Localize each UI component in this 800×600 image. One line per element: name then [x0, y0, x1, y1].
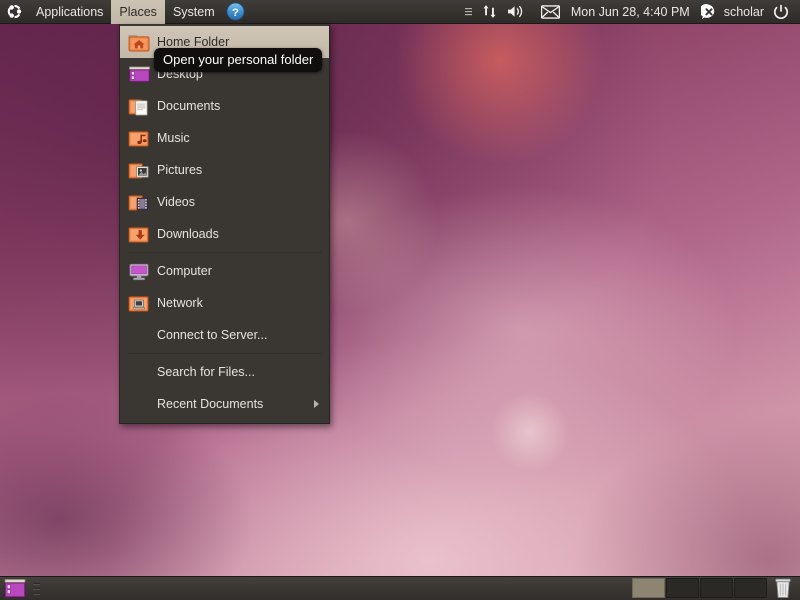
menu-system-label: System — [172, 4, 215, 19]
places-item-computer-label: Computer — [157, 264, 212, 278]
bottom-panel — [0, 576, 800, 600]
places-item-computer[interactable]: Computer — [120, 255, 329, 287]
menu-applications-label: Applications — [36, 4, 104, 19]
folder-videos-icon — [126, 189, 152, 215]
places-item-pictures-label: Pictures — [157, 163, 203, 177]
places-item-pictures[interactable]: Pictures — [120, 154, 329, 186]
places-item-music-label: Music — [157, 131, 190, 145]
workspace-3[interactable] — [700, 577, 733, 598]
top-panel-left: Applications Places System ? — [0, 0, 249, 24]
top-panel-tray: Mon Jun 28, 4:40 PM scholar — [460, 0, 800, 24]
folder-music-icon — [126, 125, 152, 151]
workspace-2[interactable] — [666, 577, 699, 598]
menu-applications[interactable]: Applications — [28, 0, 111, 24]
computer-icon — [126, 258, 152, 284]
trash-icon[interactable] — [770, 577, 796, 600]
show-desktop-icon[interactable] — [2, 578, 28, 600]
places-item-documents-label: Documents — [157, 99, 221, 113]
places-item-videos-label: Videos — [157, 195, 195, 209]
places-item-music[interactable]: Music — [120, 122, 329, 154]
user-status-offline-icon[interactable] — [696, 0, 722, 24]
window-list[interactable] — [42, 577, 632, 600]
workspace-switcher[interactable] — [632, 577, 768, 600]
places-item-search-for-files-label: Search for Files... — [157, 365, 255, 379]
indicator-menu-icon[interactable] — [460, 0, 477, 24]
tooltip-text: Open your personal folder — [163, 52, 314, 67]
volume-icon[interactable] — [502, 0, 529, 24]
panel-grip-handle[interactable] — [30, 578, 42, 600]
places-menu: Home Folder Desktop Documents Music Pict… — [119, 24, 330, 424]
envelope-icon[interactable] — [529, 0, 565, 24]
places-item-connect-to-server-label: Connect to Server... — [157, 328, 268, 342]
menu-separator — [127, 252, 322, 253]
places-item-network[interactable]: Network — [120, 287, 329, 319]
folder-network-icon — [126, 290, 152, 316]
network-transfer-icon[interactable] — [477, 0, 502, 24]
ubuntu-logo-icon[interactable] — [0, 0, 28, 24]
tooltip: Open your personal folder — [154, 48, 323, 72]
chevron-right-icon — [314, 400, 319, 408]
places-item-search-for-files[interactable]: Search for Files... — [120, 356, 329, 388]
power-icon[interactable] — [768, 0, 794, 24]
svg-text:?: ? — [232, 7, 239, 19]
places-item-recent-documents[interactable]: Recent Documents — [120, 388, 329, 420]
help-icon[interactable]: ? — [223, 0, 249, 24]
desktop-icon — [126, 61, 152, 87]
places-item-connect-to-server[interactable]: Connect to Server... — [120, 319, 329, 351]
menu-places[interactable]: Places — [111, 0, 165, 24]
folder-home-icon — [126, 29, 152, 55]
places-item-videos[interactable]: Videos — [120, 186, 329, 218]
menu-places-label: Places — [119, 4, 157, 19]
menu-system[interactable]: System — [165, 0, 223, 24]
places-item-home-folder-label: Home Folder — [157, 35, 230, 49]
username-label[interactable]: scholar — [722, 5, 768, 19]
folder-downloads-icon — [126, 221, 152, 247]
places-item-network-label: Network — [157, 296, 203, 310]
places-item-downloads[interactable]: Downloads — [120, 218, 329, 250]
folder-documents-icon — [126, 93, 152, 119]
places-item-recent-documents-label: Recent Documents — [157, 397, 264, 411]
folder-pictures-icon — [126, 157, 152, 183]
places-item-documents[interactable]: Documents — [120, 90, 329, 122]
menu-separator — [127, 353, 322, 354]
top-panel: Applications Places System ? Mon Jun 28,… — [0, 0, 800, 24]
workspace-4[interactable] — [734, 577, 767, 598]
clock[interactable]: Mon Jun 28, 4:40 PM — [565, 5, 696, 19]
places-item-downloads-label: Downloads — [157, 227, 219, 241]
desktop-screen: Applications Places System ? Mon Jun 28,… — [0, 0, 800, 600]
workspace-1[interactable] — [632, 577, 665, 598]
